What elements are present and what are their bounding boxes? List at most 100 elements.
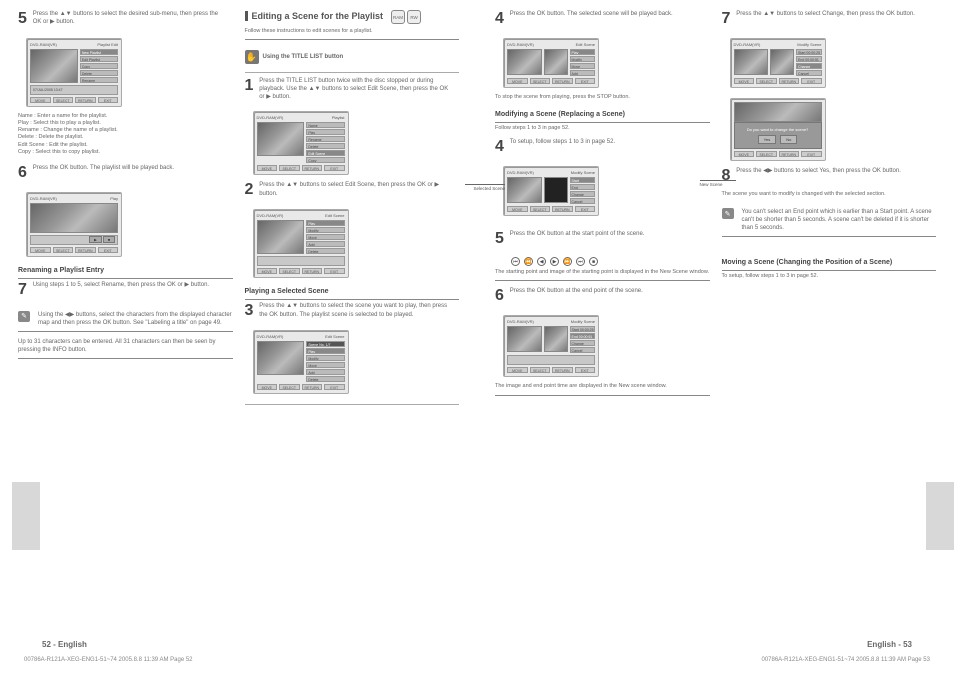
- ui-footer-btn[interactable]: MOVE: [734, 151, 755, 157]
- ui-footer-btn[interactable]: SELECT: [53, 97, 74, 103]
- ui-menu-item[interactable]: Name: [306, 122, 344, 128]
- ui-hdr-left: DVD-RAM(VR): [30, 42, 57, 47]
- ui-footer-btn[interactable]: SELECT: [530, 367, 551, 373]
- ui-footer-btn[interactable]: EXIT: [801, 151, 822, 157]
- ui-menu-item[interactable]: Cancel: [570, 198, 595, 204]
- step-1: 1 Press the TITLE LIST button twice with…: [245, 77, 460, 101]
- ui-menu-item: End 00:00:51: [796, 56, 821, 62]
- ui-edit-scene-play: DVD-RAM(VR) Edit Scene Play Modify Move …: [503, 38, 599, 88]
- ui-preview: [257, 122, 305, 156]
- ui-menu-item[interactable]: Delete: [80, 70, 118, 76]
- ui-menu-item[interactable]: Copy: [306, 157, 344, 163]
- ui-menu-item[interactable]: Add: [306, 241, 344, 247]
- ui-menu-item[interactable]: Play: [306, 348, 344, 354]
- ui-menu-item[interactable]: Play: [306, 220, 344, 226]
- ui-hdr-right: Edit Scene: [325, 334, 344, 339]
- ui-menu-item[interactable]: Start: [570, 177, 595, 183]
- ui-footer-btn[interactable]: EXIT: [575, 78, 596, 84]
- step-5: 5 Press the ▲▼ buttons to select the des…: [18, 10, 233, 28]
- ui-footer-btn[interactable]: MOVE: [507, 78, 528, 84]
- ui-footer-btn[interactable]: MOVE: [257, 165, 278, 171]
- ui-hdr-right: Modify Scene: [797, 42, 821, 47]
- ui-menu-item[interactable]: Cancel: [796, 70, 821, 76]
- ui-menu-item[interactable]: New Playlist: [80, 49, 118, 55]
- ui-btn[interactable]: ■: [103, 236, 115, 243]
- ui-footer-btn[interactable]: RETURN: [552, 367, 573, 373]
- hint-text: Using the TITLE LIST button: [263, 53, 344, 61]
- ui-footer-btn[interactable]: SELECT: [756, 78, 777, 84]
- ui-footer-btn[interactable]: RETURN: [552, 78, 573, 84]
- ui-footer-btn[interactable]: EXIT: [324, 268, 345, 274]
- ui-footer-btn[interactable]: SELECT: [279, 384, 300, 390]
- ui-footer-btn[interactable]: MOVE: [734, 78, 755, 84]
- ui-footer-btn[interactable]: MOVE: [257, 268, 278, 274]
- right-col1: 4 Press the OK button. The selected scen…: [495, 10, 710, 402]
- ui-footer-btn[interactable]: SELECT: [279, 268, 300, 274]
- ui-menu-item[interactable]: Modify: [570, 56, 595, 62]
- ui-menu-item[interactable]: Rename: [306, 136, 344, 142]
- ui-menu-item[interactable]: Delete: [306, 248, 344, 254]
- ui-menu-item[interactable]: Modify: [306, 227, 344, 233]
- ui-menu-item[interactable]: Change: [570, 191, 595, 197]
- ui-menu-item[interactable]: Move: [306, 362, 344, 368]
- ui-footer-btn[interactable]: MOVE: [30, 97, 51, 103]
- ui-btn[interactable]: ▶: [89, 236, 102, 243]
- ui-menu-item[interactable]: Edit Playlist: [80, 56, 118, 62]
- ui-footer-btn[interactable]: MOVE: [507, 206, 528, 212]
- ui-menu-item[interactable]: End: [570, 184, 595, 190]
- ui-menu-item[interactable]: Edit Scene: [306, 150, 344, 156]
- ui-footer-btn[interactable]: RETURN: [75, 97, 96, 103]
- ui-menu-item[interactable]: Cancel: [570, 347, 595, 353]
- ui-menu-item[interactable]: Rename: [80, 77, 118, 83]
- note-icon: ✎: [18, 311, 30, 322]
- left-col2: Editing a Scene for the Playlist RAM RW …: [245, 10, 460, 409]
- ui-menu-item[interactable]: End 00:00:51: [570, 333, 595, 339]
- rename-title: Renaming a Playlist Entry: [18, 267, 233, 279]
- ui-footer-btn[interactable]: SELECT: [530, 206, 551, 212]
- step-4b: 4 To setup, follow steps 1 to 3 in page …: [495, 138, 710, 156]
- transport-icon: ▶: [550, 257, 559, 266]
- ui-footer-btn[interactable]: MOVE: [507, 367, 528, 373]
- ui-menu-item[interactable]: Play: [570, 49, 595, 55]
- ui-footer-btn[interactable]: EXIT: [324, 165, 345, 171]
- ui-footer-btn[interactable]: SELECT: [279, 165, 300, 171]
- section-subtitle: Follow these instructions to edit scenes…: [245, 28, 460, 40]
- modify-sub: Follow steps 1 to 3 in page 52.: [495, 125, 710, 132]
- ui-menu-item[interactable]: Modify: [306, 355, 344, 361]
- ui-footer-btn[interactable]: RETURN: [302, 165, 323, 171]
- ui-menu-item[interactable]: Change: [570, 340, 595, 346]
- ui-footer-btn[interactable]: EXIT: [324, 384, 345, 390]
- ui-footer-btn[interactable]: RETURN: [75, 247, 96, 253]
- ui-menu-item[interactable]: Add: [570, 70, 595, 76]
- ui-menu-item[interactable]: Delete: [306, 376, 344, 382]
- ui-footer-btn[interactable]: SELECT: [756, 151, 777, 157]
- step-5-text: Press the ▲▼ buttons to select the desir…: [33, 10, 226, 26]
- ui-footer-btn[interactable]: RETURN: [302, 384, 323, 390]
- ui-menu-item[interactable]: Copy: [80, 63, 118, 69]
- transport-icons: ⏮ ⏪ ◀ ▶ ⏩ ⏭ ■: [511, 257, 710, 266]
- ui-footer-btn[interactable]: EXIT: [98, 247, 119, 253]
- step-3-number: 3: [245, 302, 254, 320]
- ui-footer-btn[interactable]: RETURN: [779, 151, 800, 157]
- ui-footer-btn[interactable]: SELECT: [53, 247, 74, 253]
- ui-footer-btn[interactable]: EXIT: [801, 78, 822, 84]
- dialog-no-button[interactable]: No: [780, 135, 797, 144]
- ui-footer-btn[interactable]: MOVE: [257, 384, 278, 390]
- ui-footer-btn[interactable]: MOVE: [30, 247, 51, 253]
- ui-menu-item[interactable]: Add: [306, 369, 344, 375]
- ui-footer-btn[interactable]: SELECT: [530, 78, 551, 84]
- ui-menu-item[interactable]: Move: [306, 234, 344, 240]
- ui-menu-item[interactable]: Play: [306, 129, 344, 135]
- ui-footer-btn[interactable]: RETURN: [302, 268, 323, 274]
- ui-footer-btn[interactable]: EXIT: [575, 367, 596, 373]
- ui-footer-btn[interactable]: RETURN: [779, 78, 800, 84]
- step-6b-note: The image and end point time are display…: [495, 383, 710, 395]
- ui-menu-item[interactable]: Move: [570, 63, 595, 69]
- dialog-yes-button[interactable]: Yes: [758, 135, 777, 144]
- step-4: 4 Press the OK button. The selected scen…: [495, 10, 710, 28]
- ui-menu-item[interactable]: Delete: [306, 143, 344, 149]
- ui-footer-btn[interactable]: EXIT: [98, 97, 119, 103]
- ui-menu-item[interactable]: Change: [796, 63, 821, 69]
- ui-footer-btn[interactable]: RETURN: [552, 206, 573, 212]
- ui-footer-btn[interactable]: EXIT: [575, 206, 596, 212]
